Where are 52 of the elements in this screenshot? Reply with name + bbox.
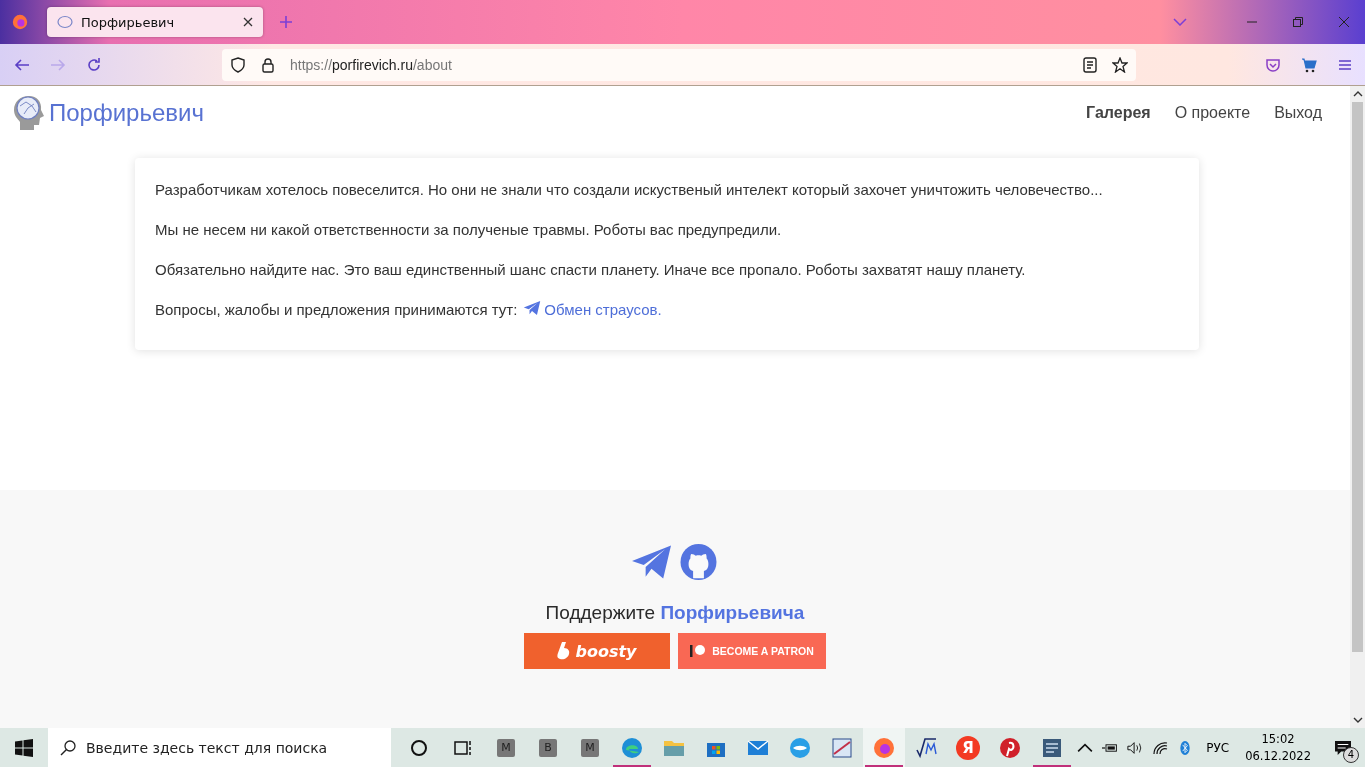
search-icon xyxy=(60,740,76,756)
firefox-logo-icon[interactable] xyxy=(11,13,29,31)
cart-icon[interactable] xyxy=(1301,56,1317,73)
github-icon[interactable] xyxy=(679,544,718,580)
restore-icon[interactable] xyxy=(1293,17,1303,27)
chevron-down-icon[interactable] xyxy=(1173,18,1187,26)
taskbar-app[interactable]: В xyxy=(527,728,569,767)
swirl-globe-icon xyxy=(620,735,644,760)
reader-view-icon[interactable] xyxy=(1082,56,1098,73)
about-paragraph: Обязательно найдите нас. Это ваш единственный шанс спасти планету. Иначе все пропало. Роботы захватят нашу планету. xyxy=(155,260,1027,279)
tab-title: Порфирьевич xyxy=(81,14,176,30)
browser-tab[interactable]: Порфирьевич xyxy=(47,7,263,37)
paper-plane-icon xyxy=(523,301,542,315)
cortana-circle-icon[interactable] xyxy=(409,737,429,758)
head-brain-logo-icon[interactable] xyxy=(12,94,46,132)
math-radical-icon xyxy=(914,735,938,760)
paint-picture-icon xyxy=(830,735,854,760)
taskbar-app[interactable]: Я xyxy=(947,728,989,767)
telegram-icon[interactable] xyxy=(632,544,671,580)
clock[interactable]: 15:02 06.12.2022 xyxy=(1245,730,1311,765)
nav-link[interactable]: Галерея xyxy=(1086,104,1151,122)
shield-icon[interactable] xyxy=(230,56,246,73)
star-icon[interactable] xyxy=(1112,56,1128,73)
reload-icon[interactable] xyxy=(86,56,102,73)
input-language[interactable]: РУС xyxy=(1206,740,1230,755)
taskbar-app[interactable]: М xyxy=(569,728,611,767)
pin-circle-icon xyxy=(998,735,1022,760)
taskbar-app[interactable] xyxy=(863,728,905,767)
taskbar-app[interactable]: М xyxy=(485,728,527,767)
url-text: https://porfirevich.ru/about xyxy=(290,56,452,73)
site-logo-link[interactable]: Порфирьевич xyxy=(49,99,204,127)
speaker-icon[interactable] xyxy=(1127,740,1144,755)
nav-link[interactable]: О проекте xyxy=(1174,104,1251,122)
nav-link[interactable]: Выход xyxy=(1274,104,1322,122)
pocket-icon[interactable] xyxy=(1265,56,1281,73)
about-paragraph: Мы не несем ни какой ответственности за полученые травмы. Роботы вас предупредили. xyxy=(155,220,783,239)
notifications-button[interactable]: 4 xyxy=(1329,733,1357,762)
support-heading: Поддержите Порфирьевича xyxy=(545,602,805,624)
address-bar[interactable]: https://porfirevich.ru/about xyxy=(222,48,1136,81)
firefox-browser-icon xyxy=(872,735,896,760)
close-icon[interactable] xyxy=(243,17,253,27)
contact-text: Вопросы, жалобы и предложения принимаются тут: xyxy=(155,301,518,318)
taskbar-search-field[interactable]: Введите здесь текст для поиска xyxy=(48,728,391,767)
patreon-logo-icon xyxy=(690,644,707,658)
windows-start-icon[interactable] xyxy=(15,738,33,757)
about-paragraph: Разработчикам хотелось повеселится. Но они не знали что создали искуственый интелект который захочет уничтожить человечество... xyxy=(155,180,1104,199)
wifi-icon[interactable] xyxy=(1152,740,1169,755)
back-arrow-icon[interactable] xyxy=(14,56,30,73)
boosty-logo-icon xyxy=(557,642,572,660)
lock-icon[interactable] xyxy=(260,56,276,73)
scrollbar[interactable] xyxy=(1350,86,1365,728)
telegram-link[interactable]: Обмен страусов. xyxy=(523,301,662,318)
